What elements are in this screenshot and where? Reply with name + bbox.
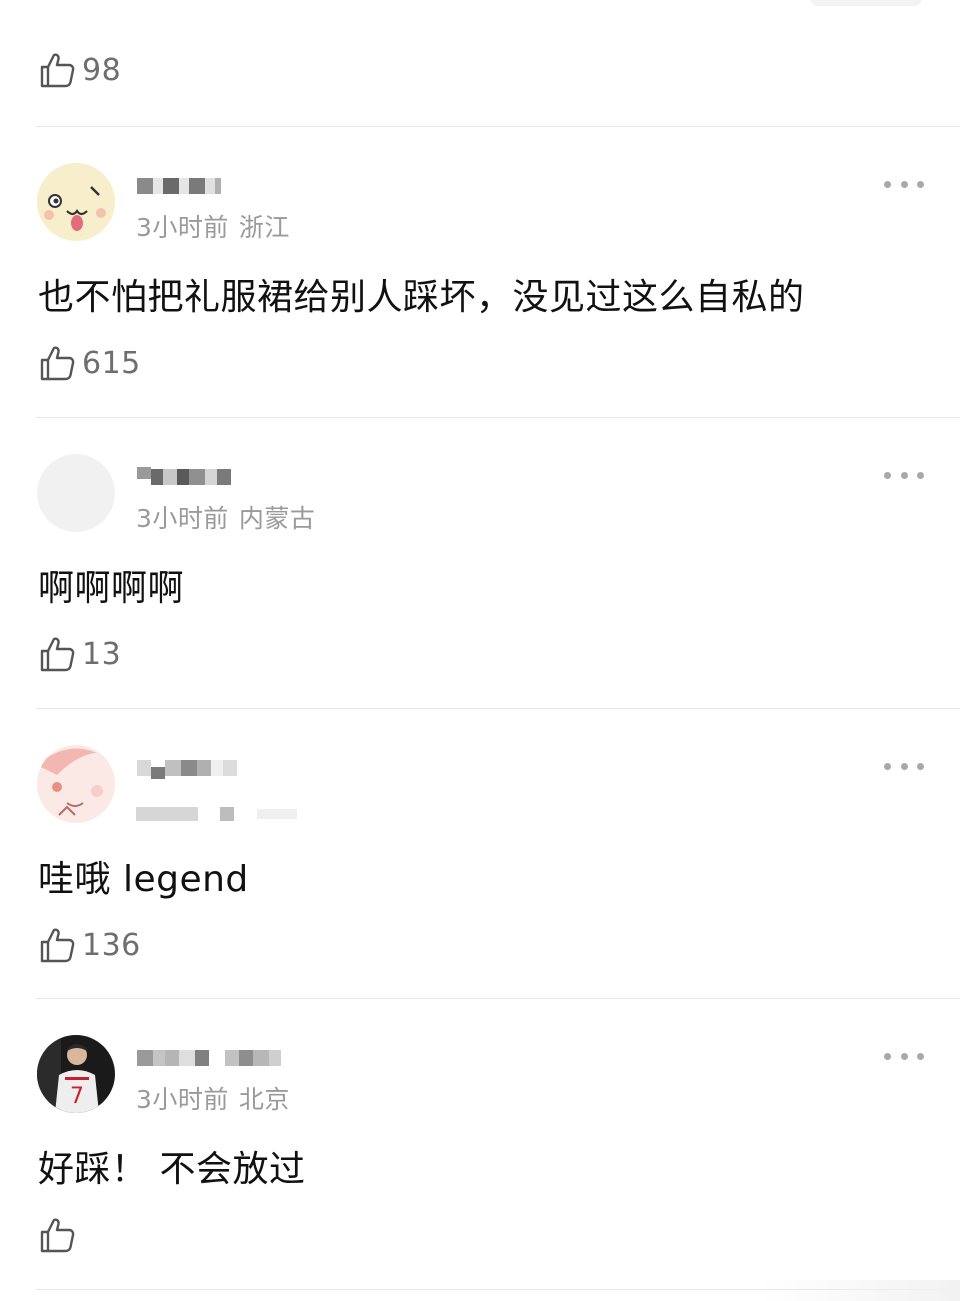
- comment-location: 北京: [238, 1085, 290, 1114]
- more-dot: [900, 762, 908, 770]
- more-options-button[interactable]: [884, 170, 924, 198]
- like-button[interactable]: 615: [38, 343, 141, 383]
- like-count: 98: [82, 52, 122, 88]
- more-dot: [917, 180, 924, 188]
- like-button[interactable]: 13: [38, 634, 121, 674]
- comment-time: 3小时前: [136, 504, 229, 533]
- comment-location: 内蒙古: [238, 504, 316, 533]
- pink-cartoon-avatar-icon: [37, 745, 115, 823]
- more-dot: [917, 1052, 924, 1060]
- comment-meta: 3小时前 浙江: [136, 208, 290, 244]
- username-pixelated[interactable]: [137, 170, 221, 202]
- divider: [36, 708, 960, 709]
- bottom-shade-decoration: [760, 1280, 960, 1301]
- more-dot: [884, 471, 891, 479]
- like-button[interactable]: [38, 1215, 82, 1255]
- more-dot: [917, 762, 924, 770]
- username-pixelated[interactable]: [137, 1042, 281, 1074]
- divider: [36, 417, 960, 418]
- comment-time: 3小时前: [136, 213, 229, 242]
- like-count: 136: [82, 927, 141, 963]
- comment-location: 浙江: [238, 213, 290, 242]
- avatar[interactable]: [37, 454, 115, 532]
- comment-item: 3小时前 内蒙古 啊啊啊啊 13: [0, 419, 960, 709]
- more-dot: [900, 1052, 908, 1060]
- more-dot: [884, 1052, 891, 1060]
- thumbs-up-icon: [40, 53, 75, 88]
- more-options-button[interactable]: [884, 1042, 924, 1070]
- username-pixelated[interactable]: [137, 752, 237, 784]
- more-options-button[interactable]: [884, 461, 924, 489]
- thumbs-up-icon: [40, 637, 75, 672]
- football-player-avatar-icon: 7: [37, 1035, 115, 1113]
- comment-time: 3小时前: [136, 1085, 229, 1114]
- thumbs-up-icon: [40, 928, 75, 963]
- top-pill-decoration: [810, 0, 922, 6]
- comment-item: 3小时前 浙江 也不怕把礼服裙给别人踩坏，没见过这么自私的 615: [0, 128, 960, 418]
- divider: [36, 126, 960, 127]
- like-count: 615: [82, 345, 141, 381]
- comment-meta: 3小时前 内蒙古: [136, 499, 315, 535]
- comment-item: 哇哦 legend 136: [0, 710, 960, 1000]
- more-dot: [917, 471, 924, 479]
- comment-text: 哇哦 legend: [38, 859, 249, 900]
- more-dot: [900, 180, 908, 188]
- comment-text: 啊啊啊啊: [38, 568, 185, 609]
- avatar[interactable]: 7: [37, 1035, 115, 1113]
- avatar[interactable]: [37, 745, 115, 823]
- thumbs-up-icon: [40, 346, 75, 381]
- comment-meta: 3小时前 北京: [136, 1080, 290, 1116]
- avatar[interactable]: [37, 163, 115, 241]
- svg-text:7: 7: [70, 1084, 84, 1109]
- like-button[interactable]: 98: [38, 50, 121, 90]
- like-button[interactable]: 136: [38, 925, 141, 965]
- more-dot: [884, 180, 891, 188]
- like-count: 13: [82, 636, 122, 672]
- comment-meta-pixelated: [136, 798, 297, 827]
- thumbs-up-icon: [40, 1218, 75, 1253]
- comment-item: 7 3小时前 北京 好踩！ 不会放过: [0, 1000, 960, 1290]
- comment-text: 也不怕把礼服裙给别人踩坏，没见过这么自私的: [38, 277, 805, 318]
- more-dot: [884, 762, 891, 770]
- cartoon-face-icon: [37, 163, 115, 241]
- more-dot: [900, 471, 908, 479]
- username-pixelated[interactable]: [137, 461, 231, 493]
- comment-text: 好踩！ 不会放过: [38, 1149, 306, 1190]
- blank-avatar-icon: [37, 454, 115, 532]
- divider: [36, 998, 960, 999]
- more-options-button[interactable]: [884, 752, 924, 780]
